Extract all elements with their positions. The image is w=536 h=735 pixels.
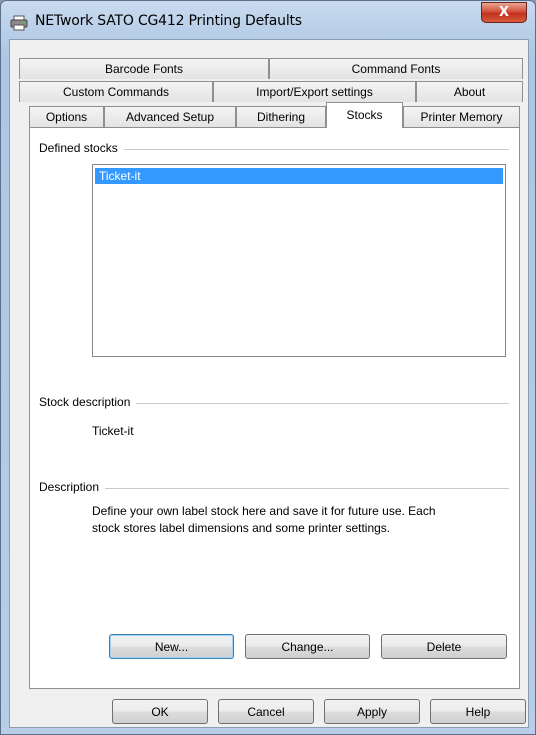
tab-label: Printer Memory [420, 110, 503, 124]
tab-label: About [453, 85, 486, 99]
list-item-label: Ticket-it [99, 169, 141, 183]
change-stock-button[interactable]: Change... [245, 634, 370, 659]
help-button[interactable]: Help [430, 699, 526, 724]
tab-custom-commands[interactable]: Custom Commands [19, 81, 213, 102]
tab-stocks[interactable]: Stocks [326, 102, 403, 128]
description-separator [41, 488, 509, 489]
tab-barcode-fonts[interactable]: Barcode Fonts [19, 58, 269, 79]
delete-stock-button[interactable]: Delete [381, 634, 507, 659]
tab-command-fonts[interactable]: Command Fonts [269, 58, 523, 79]
close-icon: X [498, 5, 510, 20]
tab-label: Advanced Setup [125, 110, 215, 124]
printing-defaults-window: NETwork SATO CG412 Printing Defaults X B… [0, 0, 536, 735]
list-item[interactable]: Ticket-it [95, 168, 503, 184]
defined-stocks-listbox[interactable]: Ticket-it [92, 164, 506, 357]
tab-dithering[interactable]: Dithering [236, 106, 326, 127]
tab-label: Options [45, 110, 88, 124]
tab-import-export-settings[interactable]: Import/Export settings [213, 81, 416, 102]
close-button[interactable]: X [481, 2, 527, 23]
defined-stocks-label: Defined stocks [39, 141, 124, 155]
title-bar[interactable]: NETwork SATO CG412 Printing Defaults X [1, 1, 535, 39]
cancel-button[interactable]: Cancel [218, 699, 314, 724]
tab-about[interactable]: About [416, 81, 523, 102]
description-text-line-2: stock stores label dimensions and some p… [92, 521, 391, 535]
description-text-line-1: Define your own label stock here and sav… [92, 504, 436, 518]
window-title: NETwork SATO CG412 Printing Defaults [35, 13, 302, 29]
tab-printer-memory[interactable]: Printer Memory [403, 106, 520, 127]
tab-label: Import/Export settings [256, 85, 373, 99]
stock-description-label: Stock description [39, 395, 137, 409]
tab-options[interactable]: Options [29, 106, 104, 127]
tab-label: Stocks [346, 108, 383, 122]
stock-description-value: Ticket-it [92, 424, 134, 438]
tab-label: Custom Commands [62, 85, 170, 99]
tab-label: Barcode Fonts [104, 62, 184, 76]
tab-label: Dithering [256, 110, 306, 124]
printer-icon [10, 15, 28, 31]
description-label: Description [39, 480, 106, 494]
new-stock-button[interactable]: New... [109, 634, 234, 659]
tab-label: Command Fonts [351, 62, 441, 76]
ok-button[interactable]: OK [112, 699, 208, 724]
tab-advanced-setup[interactable]: Advanced Setup [104, 106, 236, 127]
apply-button[interactable]: Apply [324, 699, 420, 724]
